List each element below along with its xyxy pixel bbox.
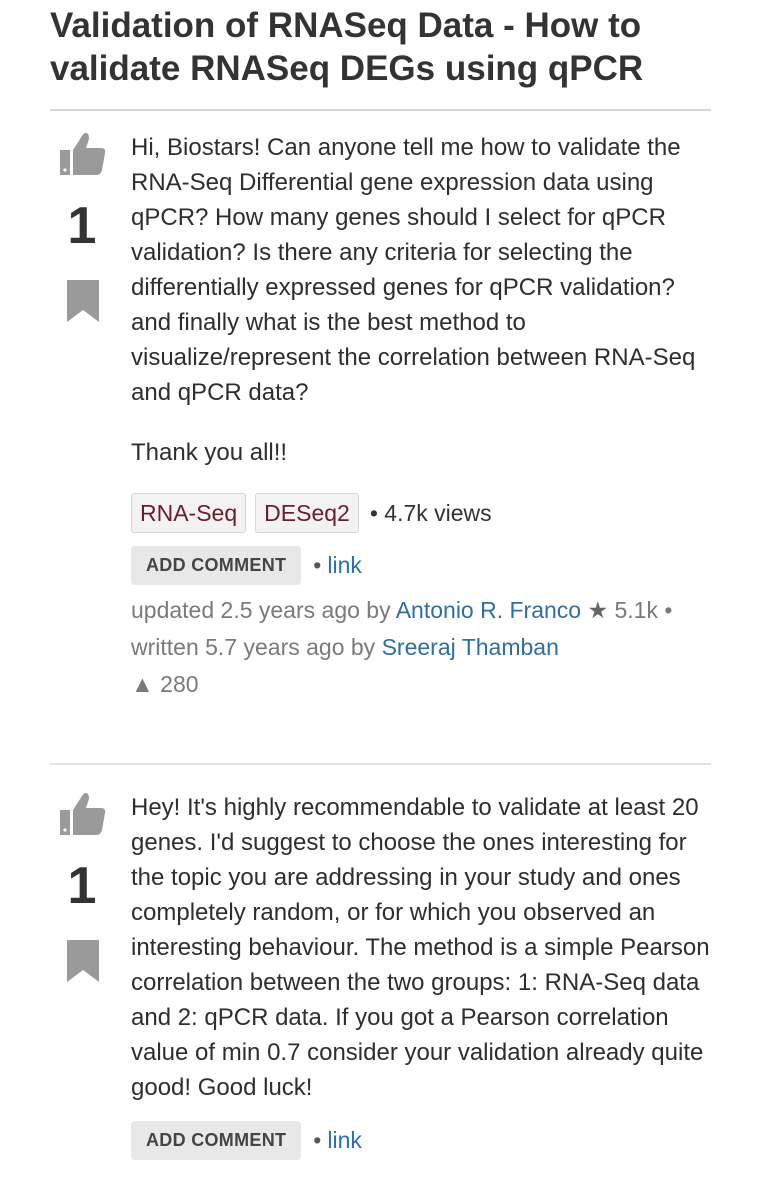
updated-user-rep: 5.1k bbox=[614, 597, 658, 623]
separator-dot: • bbox=[664, 597, 673, 623]
thumbs-up-icon[interactable] bbox=[58, 130, 108, 178]
page: Validation of RNASeq Data - How to valid… bbox=[0, 0, 761, 1200]
separator-dot: • bbox=[313, 1126, 322, 1153]
post-meta: updated 2.5 years ago by Antonio R. Fran… bbox=[131, 592, 701, 703]
author-rep: 280 bbox=[160, 671, 199, 697]
vote-count: 1 bbox=[67, 197, 97, 255]
bookmark-icon[interactable] bbox=[66, 939, 100, 983]
post-divider bbox=[50, 763, 711, 765]
updated-text: updated 2.5 years ago by bbox=[131, 597, 391, 623]
question-text: Hi, Biostars! Can anyone tell me how to … bbox=[131, 134, 696, 406]
add-comment-button[interactable]: ADD COMMENT bbox=[131, 545, 302, 585]
answer-post: 1 Hey! It's highly recommendable to vali… bbox=[0, 790, 761, 1200]
bookmark-icon[interactable] bbox=[66, 279, 100, 323]
question-post: 1 Hi, Biostars! Can anyone tell me how t… bbox=[0, 130, 761, 730]
page-title: Validation of RNASeq Data - How to valid… bbox=[50, 6, 644, 88]
question-thanks: Thank you all!! bbox=[131, 439, 288, 466]
tag-rna-seq[interactable]: RNA-Seq bbox=[131, 493, 247, 533]
written-text: written 5.7 years ago by bbox=[131, 634, 376, 660]
vote-count: 1 bbox=[67, 857, 97, 915]
title-divider bbox=[50, 109, 711, 111]
triangle-up-icon: ▲ bbox=[131, 671, 154, 697]
permalink[interactable]: link bbox=[327, 1127, 362, 1154]
permalink[interactable]: link bbox=[327, 552, 362, 579]
thumbs-up-icon[interactable] bbox=[58, 790, 108, 838]
star-icon: ★ bbox=[587, 597, 609, 623]
updated-user-link[interactable]: Antonio R. Franco bbox=[396, 597, 581, 623]
answer-body: Hey! It's highly recommendable to valida… bbox=[131, 790, 721, 1161]
add-comment-button[interactable]: ADD COMMENT bbox=[131, 1120, 302, 1160]
view-count: • 4.7k views bbox=[369, 499, 492, 526]
view-count-text: 4.7k views bbox=[384, 499, 492, 526]
answer-actions: ADD COMMENT • link bbox=[131, 1119, 721, 1161]
question-actions: ADD COMMENT • link bbox=[131, 544, 721, 586]
author-link[interactable]: Sreeraj Thamban bbox=[382, 634, 559, 660]
tag-deseq2[interactable]: DESeq2 bbox=[255, 493, 359, 533]
answer-text: Hey! It's highly recommendable to valida… bbox=[131, 794, 710, 1101]
question-body: Hi, Biostars! Can anyone tell me how to … bbox=[131, 130, 721, 703]
separator-dot: • bbox=[313, 551, 322, 578]
tags-row: RNA-Seq DESeq2 • 4.7k views bbox=[131, 492, 721, 534]
